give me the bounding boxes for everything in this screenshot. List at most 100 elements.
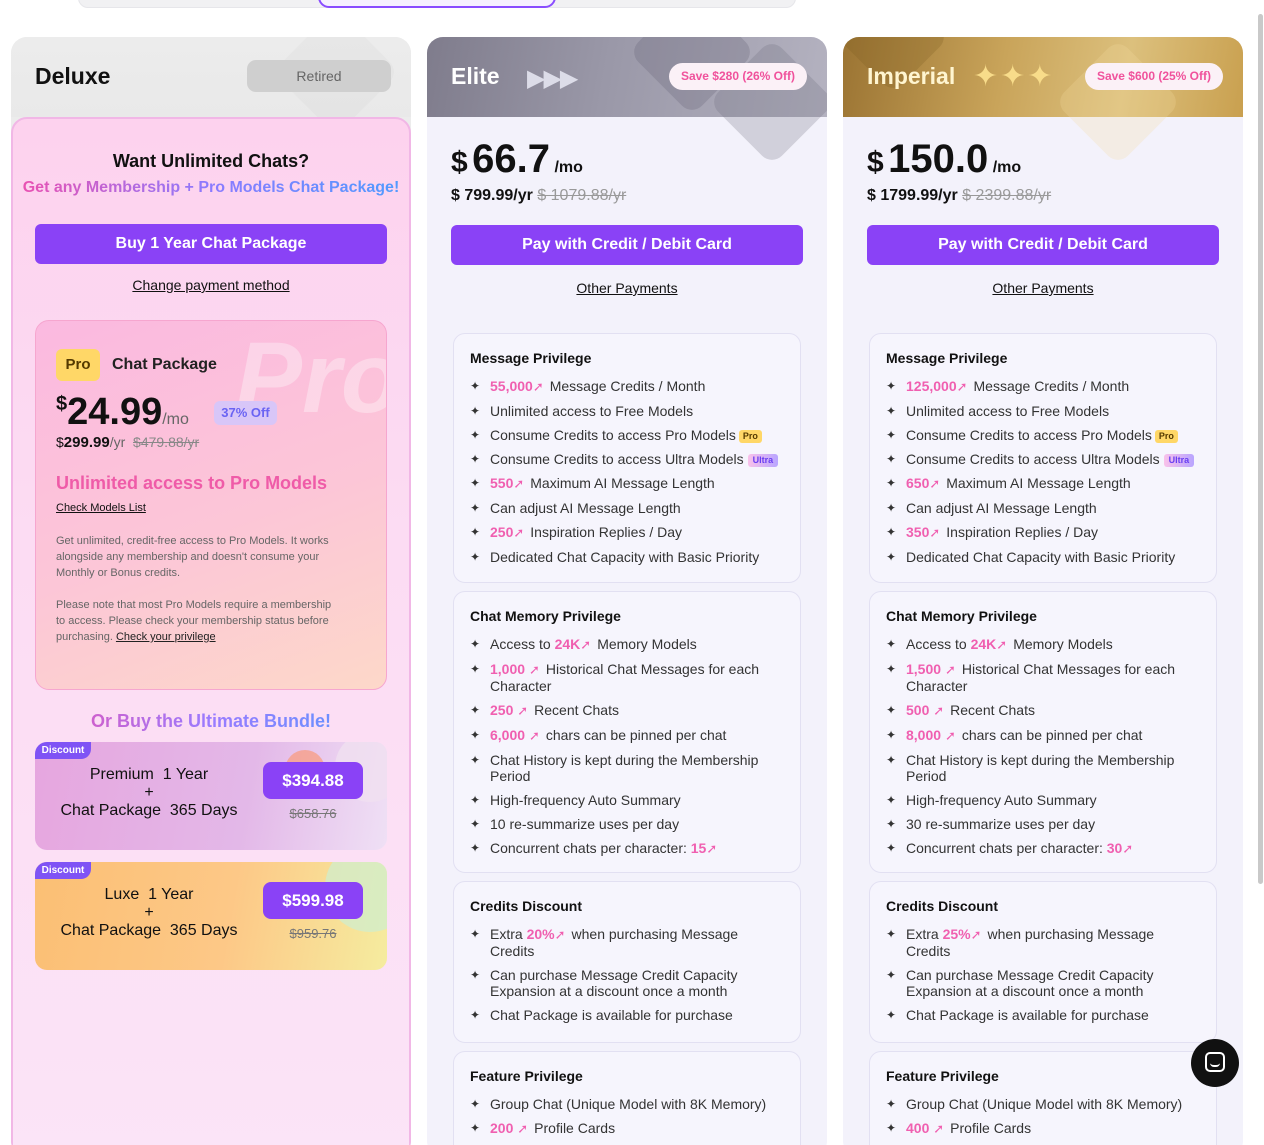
feature-item: ✦ Can purchase Message Credit Capacity Ex…	[886, 967, 1200, 999]
feature-text: Profile Cards	[950, 1120, 1032, 1136]
highlight-value: 500	[906, 702, 930, 718]
old-yearly-price: $ 1079.88/yr	[537, 187, 627, 204]
check-models-link[interactable]: Check Models List	[56, 502, 146, 514]
sparkle-icon: ✦	[886, 927, 897, 941]
yearly-price: $ 799.99/yr $ 1079.88/yr	[451, 187, 626, 205]
imperial-header: Imperial ✦✦✦ Save $600 (25% Off)	[843, 37, 1243, 166]
monthly-price: $ 150.0 /mo	[867, 137, 1021, 182]
feature-item: ✦ 1,500 ➚ Historical Chat Messages for eac…	[886, 661, 1200, 694]
feature-item: ✦ 250➚ Inspiration Replies / Day	[470, 524, 784, 541]
highlight-value: 250	[490, 702, 514, 718]
feature-text: Access to	[490, 636, 551, 652]
feature-privilege-section: Feature Privilege ✦ Group Chat (Unique Mo…	[453, 1051, 801, 1145]
sparkle-icon: ✦	[470, 793, 481, 807]
bundle-price-button[interactable]: $394.88	[263, 762, 363, 799]
up-arrow-icon: ➚	[528, 662, 540, 677]
yearly-period: /yr	[109, 434, 126, 450]
feature-item: ✦ 125,000➚ Message Credits / Month	[886, 378, 1200, 395]
sparkle-icon: ✦	[886, 550, 897, 564]
unlimited-pro-heading: Unlimited access to Pro Models	[56, 473, 328, 493]
message-privilege-section: Message Privilege ✦ 55,000➚ Message Credit…	[453, 333, 801, 583]
bundle-line-2: Chat Package 365 Days	[60, 922, 238, 939]
discount-tag: Discount	[35, 862, 91, 879]
highlight-value: 350	[906, 524, 930, 540]
feature-item: ✦ 8,000 ➚ chars can be pinned per chat	[886, 727, 1200, 744]
credits-discount-section: Credits Discount ✦ Extra 20%➚ when purchas…	[453, 881, 801, 1043]
message-privilege-section: Message Privilege ✦ 125,000➚ Message Credi…	[869, 333, 1217, 583]
feature-item: ✦ 55,000➚ Message Credits / Month	[470, 378, 784, 395]
feature-item: ✦ Can adjust AI Message Length	[886, 500, 1200, 516]
feature-text: 30 re-summarize uses per day	[906, 816, 1096, 832]
discount-badge: 37% Off	[214, 401, 277, 425]
retired-badge: Retired	[247, 60, 391, 92]
other-payments-link[interactable]: Other Payments	[427, 280, 827, 296]
pay-card-button[interactable]: Pay with Credit / Debit Card	[867, 225, 1219, 265]
save-badge: Save $600 (25% Off)	[1084, 63, 1223, 90]
feature-text: Inspiration Replies / Day	[946, 524, 1099, 540]
bundle-luxe[interactable]: Discount Luxe 1 Year + Chat Package 365 …	[35, 862, 387, 970]
feature-privilege-section: Feature Privilege ✦ Group Chat (Unique Mo…	[869, 1051, 1217, 1145]
feature-text: Recent Chats	[534, 702, 619, 718]
buy-chat-package-button[interactable]: Buy 1 Year Chat Package	[35, 224, 387, 264]
sparkle-icon: ✦	[886, 525, 897, 539]
feature-item: ✦ Concurrent chats per character: 15➚	[470, 840, 784, 857]
section-title: Chat Memory Privilege	[886, 608, 1037, 624]
sparkle-icon: ✦	[886, 817, 897, 831]
plan-tab-active[interactable]	[318, 0, 556, 8]
pay-card-button[interactable]: Pay with Credit / Debit Card	[451, 225, 803, 265]
price-value: 150.0	[888, 137, 989, 181]
plan-name: Elite	[451, 63, 500, 89]
up-arrow-icon: ➚	[517, 703, 529, 718]
price-period: /mo	[554, 159, 583, 176]
pro-monthly-price: $24.99/mo	[56, 391, 189, 434]
section-title: Feature Privilege	[470, 1068, 583, 1084]
stars-icon: ✦✦✦	[973, 60, 1055, 93]
up-arrow-icon: ➚	[944, 662, 956, 677]
change-payment-link[interactable]: Change payment method	[13, 277, 409, 293]
feature-item: ✦ Consume Credits to access Pro Models Pro	[470, 427, 784, 443]
feature-item: ✦ High-frequency Auto Summary	[470, 792, 784, 808]
section-title: Feature Privilege	[886, 1068, 999, 1084]
up-arrow-icon: ➚	[956, 379, 968, 394]
feature-item: ✦ 6,000 ➚ chars can be pinned per chat	[470, 727, 784, 744]
up-arrow-icon: ➚	[1122, 841, 1134, 856]
chat-support-button[interactable]	[1191, 1039, 1239, 1087]
bundle-price-button[interactable]: $599.98	[263, 882, 363, 919]
section-title: Message Privilege	[470, 350, 592, 366]
sparkle-icon: ✦	[886, 841, 897, 855]
highlight-value: 24K	[970, 636, 997, 652]
arrows-icon: ▶▶▶	[527, 65, 578, 92]
sparkle-icon: ✦	[470, 404, 481, 418]
pro-package-box: Pro Pro Chat Package $24.99/mo 37% Off $…	[35, 320, 387, 690]
sparkle-icon: ✦	[886, 968, 897, 982]
feature-text: Extra	[906, 926, 939, 942]
highlight-value: 125,000	[906, 378, 957, 394]
bundle-premium[interactable]: Discount Premium 1 Year + Chat Package 3…	[35, 742, 387, 850]
scrollbar-thumb[interactable]	[1258, 14, 1263, 884]
feature-text: Chat History is kept during the Membersh…	[490, 752, 759, 784]
discount-tag: Discount	[35, 742, 91, 759]
bundle-line-1: Luxe 1 Year	[104, 886, 194, 903]
monthly-price: $ 66.7 /mo	[451, 137, 583, 182]
sparkle-icon: ✦	[470, 428, 481, 442]
feature-text: Recent Chats	[950, 702, 1035, 718]
section-title: Credits Discount	[886, 898, 999, 914]
pro-description: Get unlimited, credit-free access to Pro…	[56, 533, 336, 645]
old-yearly-price: $479.88/yr	[133, 434, 200, 450]
up-arrow-icon: ➚	[517, 1121, 529, 1136]
up-arrow-icon: ➚	[933, 703, 945, 718]
feature-text: chars can be pinned per chat	[545, 727, 727, 743]
scrollbar[interactable]	[1256, 0, 1264, 1145]
price-value: 66.7	[472, 137, 550, 181]
feature-text: Concurrent chats per character:	[906, 840, 1103, 856]
feature-item: ✦ 650➚ Maximum AI Message Length	[886, 475, 1200, 492]
other-payments-link[interactable]: Other Payments	[843, 280, 1243, 296]
highlight-value: 200	[490, 1120, 514, 1136]
sparkle-icon: ✦	[886, 501, 897, 515]
feature-text: Unlimited access to Free Models	[906, 403, 1110, 419]
feature-item: ✦ 1,000 ➚ Historical Chat Messages for eac…	[470, 661, 784, 694]
feature-item: ✦ 30 re-summarize uses per day	[886, 816, 1200, 832]
check-privilege-link[interactable]: Check your privilege	[116, 631, 216, 643]
price-value: 24.99	[67, 391, 163, 433]
feature-item: ✦ 350➚ Inspiration Replies / Day	[886, 524, 1200, 541]
